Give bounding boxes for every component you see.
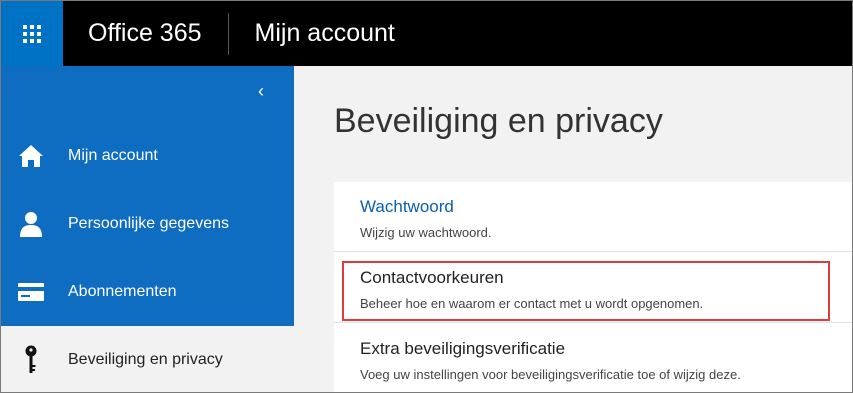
key-icon (17, 345, 45, 374)
chevron-left-icon: ‹ (258, 80, 264, 101)
sidebar-item-persoonlijke-gegevens[interactable]: Persoonlijke gegevens (1, 194, 294, 254)
sidebar: ‹ Mijn account Persoonlijke gegevens Abo… (1, 66, 294, 392)
main-content: Beveiliging en privacy Wachtwoord Wijzig… (294, 66, 852, 392)
sidebar-item-label: Mijn account (68, 147, 158, 164)
top-bar: Office 365 Mijn account (1, 1, 852, 66)
app-title[interactable]: Mijn account (255, 19, 395, 48)
page-title: Beveiliging en privacy (334, 102, 663, 140)
brand-link[interactable]: Office 365 (88, 19, 202, 48)
window: Office 365 Mijn account ‹ Mijn account P… (0, 0, 853, 393)
wachtwoord-row[interactable]: Wachtwoord Wijzig uw wachtwoord. (334, 182, 852, 252)
extra-beveiligingsverificatie-title: Extra beveiligingsverificatie (360, 339, 566, 358)
wachtwoord-description: Wijzig uw wachtwoord. (360, 225, 492, 240)
header-divider (227, 12, 229, 55)
wachtwoord-link[interactable]: Wachtwoord (360, 197, 454, 217)
sidebar-item-abonnementen[interactable]: Abonnementen (1, 262, 294, 322)
sidebar-item-mijn-account[interactable]: Mijn account (1, 126, 294, 186)
card-icon (17, 278, 45, 306)
sidebar-item-label: Persoonlijke gegevens (68, 215, 229, 232)
sidebar-item-beveiliging-en-privacy[interactable]: Beveiliging en privacy (1, 330, 294, 390)
waffle-icon (23, 24, 41, 43)
highlight-box (342, 261, 830, 321)
home-icon (17, 142, 45, 170)
sidebar-item-label: Abonnementen (68, 283, 177, 300)
collapse-sidebar-button[interactable]: ‹ (253, 80, 269, 102)
app-launcher-button[interactable] (1, 1, 63, 66)
extra-beveiligingsverificatie-description: Voeg uw instellingen voor beveiligingsve… (360, 367, 741, 382)
person-icon (17, 210, 45, 238)
sidebar-item-label: Beveiliging en privacy (68, 351, 223, 368)
extra-beveiligingsverificatie-row[interactable]: Extra beveiligingsverificatie Voeg uw in… (334, 324, 852, 392)
